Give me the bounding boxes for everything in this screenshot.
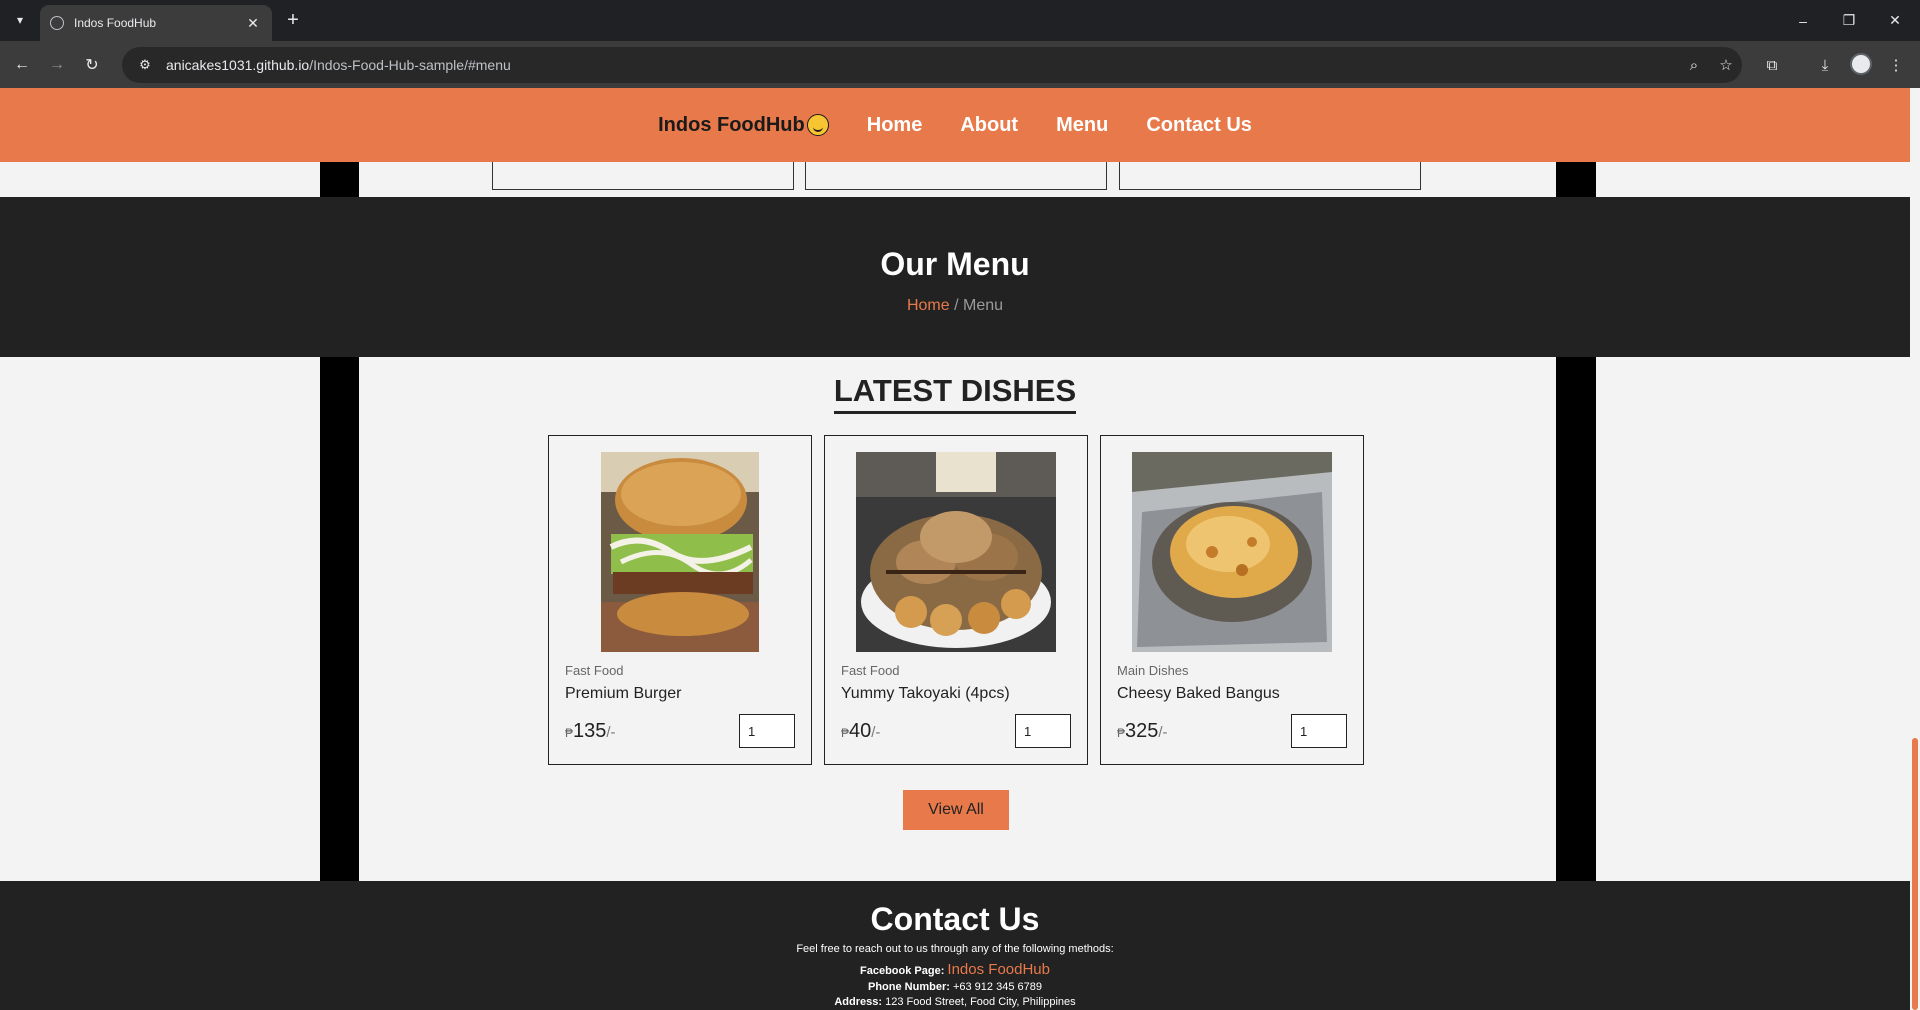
- page-scrollbar[interactable]: [1910, 88, 1920, 1010]
- dish-card: Fast Food Yummy Takoyaki (4pcs) ₱40/-: [824, 435, 1088, 765]
- dish-price: ₱325/-: [1117, 720, 1168, 742]
- menu-banner: Our Menu Home / Menu: [0, 197, 1910, 357]
- tab-search-icon[interactable]: ▾: [8, 8, 32, 32]
- zoom-icon[interactable]: ⌕: [1678, 57, 1710, 74]
- breadcrumb-current: Menu: [963, 297, 1004, 314]
- dish-category: Fast Food: [841, 663, 900, 678]
- quantity-input[interactable]: [1291, 714, 1347, 748]
- page-viewport: Indos FoodHub Home About Menu Contact Us…: [0, 88, 1910, 1010]
- scrollbar-thumb[interactable]: [1912, 738, 1918, 1010]
- contact-intro: Feel free to reach out to us through any…: [796, 943, 1114, 955]
- dish-name: Yummy Takoyaki (4pcs): [841, 685, 1010, 702]
- contact-section: Contact Us Feel free to reach out to us …: [0, 881, 1910, 1010]
- browser-toolbar: ← → ↻ ⚙ anicakes1031.github.io/Indos-Foo…: [0, 41, 1920, 88]
- quantity-input[interactable]: [1015, 714, 1071, 748]
- latest-dishes-heading: LATEST DISHES: [833, 371, 1077, 414]
- globe-icon: [50, 16, 64, 30]
- profile-avatar[interactable]: [1850, 53, 1872, 75]
- quantity-input[interactable]: [739, 714, 795, 748]
- window-close-icon[interactable]: ✕: [1872, 0, 1918, 41]
- breadcrumb-home-link[interactable]: Home: [907, 297, 950, 314]
- dish-name: Cheesy Baked Bangus: [1117, 685, 1280, 702]
- dish-category: Main Dishes: [1117, 663, 1189, 678]
- dish-card: Fast Food Premium Burger ₱135/-: [548, 435, 812, 765]
- dish-photo-takoyaki: [856, 452, 1056, 652]
- tab-close-icon[interactable]: ✕: [244, 15, 262, 32]
- brand-name: Indos FoodHub: [658, 113, 805, 136]
- back-icon[interactable]: ←: [8, 51, 36, 79]
- contact-title: Contact Us: [870, 901, 1040, 937]
- restore-icon[interactable]: ❐: [1826, 0, 1872, 41]
- breadcrumb-separator: /: [954, 297, 959, 314]
- nav-menu[interactable]: Menu: [1056, 114, 1108, 137]
- dish-photo-bangus: [1132, 452, 1332, 652]
- reload-icon[interactable]: ↻: [78, 51, 106, 79]
- dish-name: Premium Burger: [565, 685, 682, 702]
- address-bar[interactable]: ⚙ anicakes1031.github.io/Indos-Food-Hub-…: [122, 47, 1742, 83]
- nav-home[interactable]: Home: [867, 114, 923, 137]
- dish-price: ₱40/-: [841, 720, 881, 742]
- extensions-icon[interactable]: ⧉: [1758, 51, 1786, 79]
- page-title: Our Menu: [880, 246, 1030, 282]
- contact-address: Address: 123 Food Street, Food City, Phi…: [834, 996, 1076, 1008]
- dish-photo-burger: [601, 452, 759, 652]
- smiley-emoji-icon: [806, 114, 829, 136]
- forward-icon[interactable]: →: [43, 51, 71, 79]
- site-header: Indos FoodHub Home About Menu Contact Us: [0, 88, 1910, 162]
- dish-category: Fast Food: [565, 663, 624, 678]
- nav-about[interactable]: About: [960, 114, 1018, 137]
- bookmark-star-icon[interactable]: ☆: [1710, 56, 1742, 74]
- menu-kebab-icon[interactable]: ⋮: [1882, 51, 1910, 79]
- url-text[interactable]: anicakes1031.github.io/Indos-Food-Hub-sa…: [166, 57, 1678, 73]
- facebook-link[interactable]: Indos FoodHub: [947, 961, 1050, 978]
- new-tab-icon[interactable]: +: [281, 9, 305, 33]
- browser-tab[interactable]: Indos FoodHub ✕: [40, 5, 272, 41]
- breadcrumb: Home / Menu: [0, 297, 1910, 315]
- download-icon[interactable]: ⤓: [1811, 51, 1839, 79]
- brand-logo[interactable]: Indos FoodHub: [658, 114, 829, 137]
- nav-contact-us[interactable]: Contact Us: [1146, 114, 1252, 137]
- tab-title: Indos FoodHub: [74, 16, 157, 30]
- browser-tabstrip: ▾ Indos FoodHub ✕ + – ❐ ✕: [0, 0, 1920, 41]
- contact-phone: Phone Number: +63 912 345 6789: [868, 981, 1042, 993]
- latest-dishes-heading-wrap: LATEST DISHES: [0, 371, 1910, 414]
- view-all-button[interactable]: View All: [903, 790, 1009, 830]
- site-info-icon[interactable]: ⚙: [130, 57, 160, 73]
- contact-facebook: Facebook Page: Indos FoodHub: [860, 961, 1050, 978]
- dish-price: ₱135/-: [565, 720, 616, 742]
- dish-card: Main Dishes Cheesy Baked Bangus ₱325/-: [1100, 435, 1364, 765]
- minimize-icon[interactable]: –: [1780, 0, 1826, 41]
